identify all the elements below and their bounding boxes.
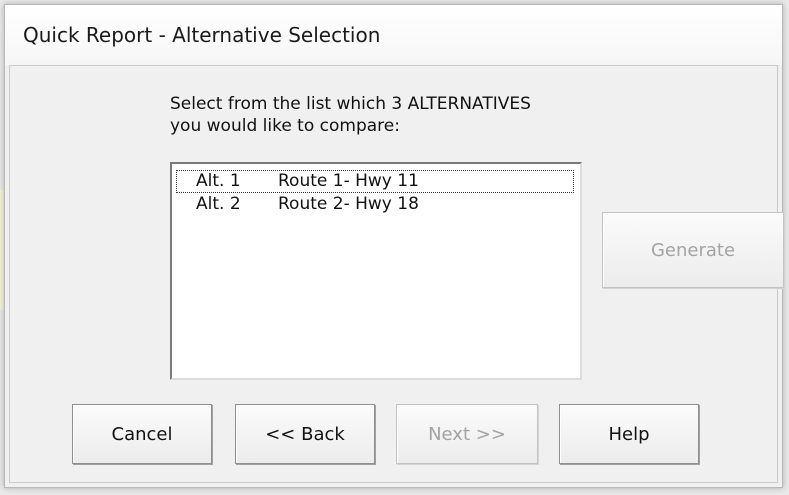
- back-button[interactable]: << Back: [235, 404, 375, 464]
- title-bar[interactable]: Quick Report - Alternative Selection: [5, 5, 782, 65]
- alternatives-listbox[interactable]: Alt. 1 Route 1- Hwy 11 Alt. 2 Route 2- H…: [170, 162, 582, 380]
- dialog-window: Quick Report - Alternative Selection Sel…: [4, 4, 784, 488]
- dialog-body: Select from the list which 3 ALTERNATIVE…: [9, 65, 784, 483]
- instructions-line-2: you would like to compare:: [170, 116, 400, 136]
- list-item-description: Route 1- Hwy 11: [278, 171, 419, 191]
- instructions-line-1: Select from the list which 3 ALTERNATIVE…: [170, 94, 531, 114]
- cancel-button[interactable]: Cancel: [72, 404, 212, 464]
- dialog-title: Quick Report - Alternative Selection: [23, 23, 381, 47]
- help-button[interactable]: Help: [559, 404, 699, 464]
- list-item-description: Route 2- Hwy 18: [278, 194, 419, 214]
- list-item-alt-label: Alt. 2: [196, 194, 241, 214]
- list-item-alt-label: Alt. 1: [196, 171, 241, 191]
- list-item-alt-2[interactable]: Alt. 2 Route 2- Hwy 18: [176, 193, 574, 216]
- list-item-alt-1[interactable]: Alt. 1 Route 1- Hwy 11: [176, 170, 574, 193]
- next-button[interactable]: Next >>: [396, 404, 538, 464]
- generate-button[interactable]: Generate: [602, 212, 784, 288]
- instructions-text: Select from the list which 3 ALTERNATIVE…: [170, 93, 531, 137]
